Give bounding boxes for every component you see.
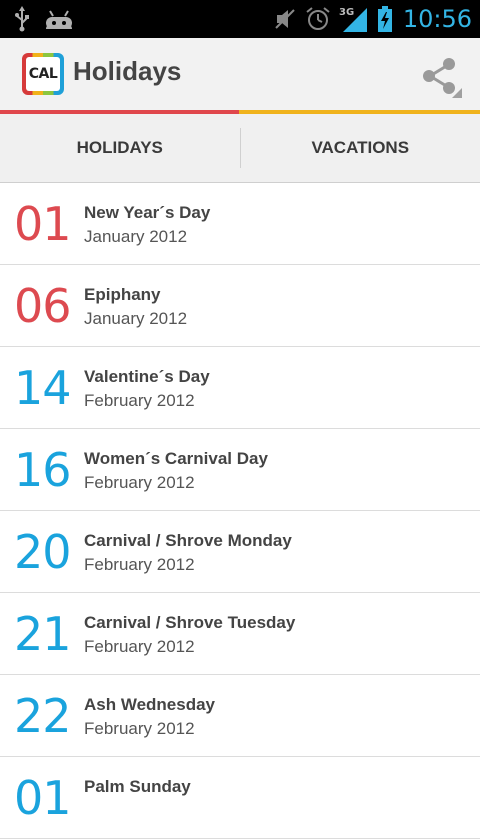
holiday-day-number: 01 [14, 199, 71, 249]
holiday-month: February 2012 [84, 719, 195, 739]
battery-charging-icon [377, 5, 393, 33]
tab-vacations[interactable]: VACATIONS [241, 114, 480, 182]
list-item[interactable]: 22 Ash Wednesday February 2012 [0, 675, 480, 757]
tab-holidays[interactable]: HOLIDAYS [0, 114, 240, 182]
usb-icon [14, 6, 30, 32]
holiday-day-number: 14 [14, 363, 71, 413]
holiday-name: Epiphany [84, 285, 161, 305]
signal-icon: 3G [339, 5, 369, 33]
app-logo-text: CAL [26, 57, 60, 91]
status-time: 10:56 [403, 5, 472, 33]
holiday-name: Ash Wednesday [84, 695, 215, 715]
holiday-list: 01 New Year´s Day January 2012 06 Epiphany Ja… [0, 183, 480, 839]
list-item[interactable]: 14 Valentine´s Day February 2012 [0, 347, 480, 429]
list-item[interactable]: 16 Women´s Carnival Day February 2012 [0, 429, 480, 511]
holiday-month: February 2012 [84, 473, 195, 493]
holiday-day-number: 22 [14, 691, 71, 741]
holiday-month: February 2012 [84, 637, 195, 657]
holiday-name: Carnival / Shrove Tuesday [84, 613, 295, 633]
app-logo[interactable]: CAL [22, 53, 64, 95]
list-item[interactable]: 01 Palm Sunday [0, 757, 480, 839]
holiday-name: Palm Sunday [84, 777, 191, 797]
android-debug-icon [44, 7, 74, 31]
holiday-name: Valentine´s Day [84, 367, 210, 387]
holiday-name: New Year´s Day [84, 203, 210, 223]
list-item[interactable]: 21 Carnival / Shrove Tuesday February 2012 [0, 593, 480, 675]
holiday-month: January 2012 [84, 309, 187, 329]
holiday-day-number: 01 [14, 773, 71, 823]
holiday-day-number: 16 [14, 445, 71, 495]
holiday-name: Women´s Carnival Day [84, 449, 268, 469]
status-bar: 3G 10:56 [0, 0, 480, 38]
action-bar: CAL Holidays [0, 38, 480, 110]
tab-bar: HOLIDAYS VACATIONS [0, 114, 480, 183]
alarm-icon [305, 6, 331, 32]
list-item[interactable]: 06 Epiphany January 2012 [0, 265, 480, 347]
holiday-day-number: 06 [14, 281, 71, 331]
holiday-name: Carnival / Shrove Monday [84, 531, 292, 551]
holiday-month: February 2012 [84, 391, 195, 411]
holiday-month: January 2012 [84, 227, 187, 247]
page-title: Holidays [73, 56, 181, 87]
list-item[interactable]: 20 Carnival / Shrove Monday February 2012 [0, 511, 480, 593]
holiday-day-number: 21 [14, 609, 71, 659]
mute-icon [273, 6, 297, 32]
holiday-month: February 2012 [84, 555, 195, 575]
svg-text:3G: 3G [339, 7, 354, 18]
list-item[interactable]: 01 New Year´s Day January 2012 [0, 183, 480, 265]
overflow-corner-indicator [452, 88, 462, 98]
holiday-day-number: 20 [14, 527, 71, 577]
